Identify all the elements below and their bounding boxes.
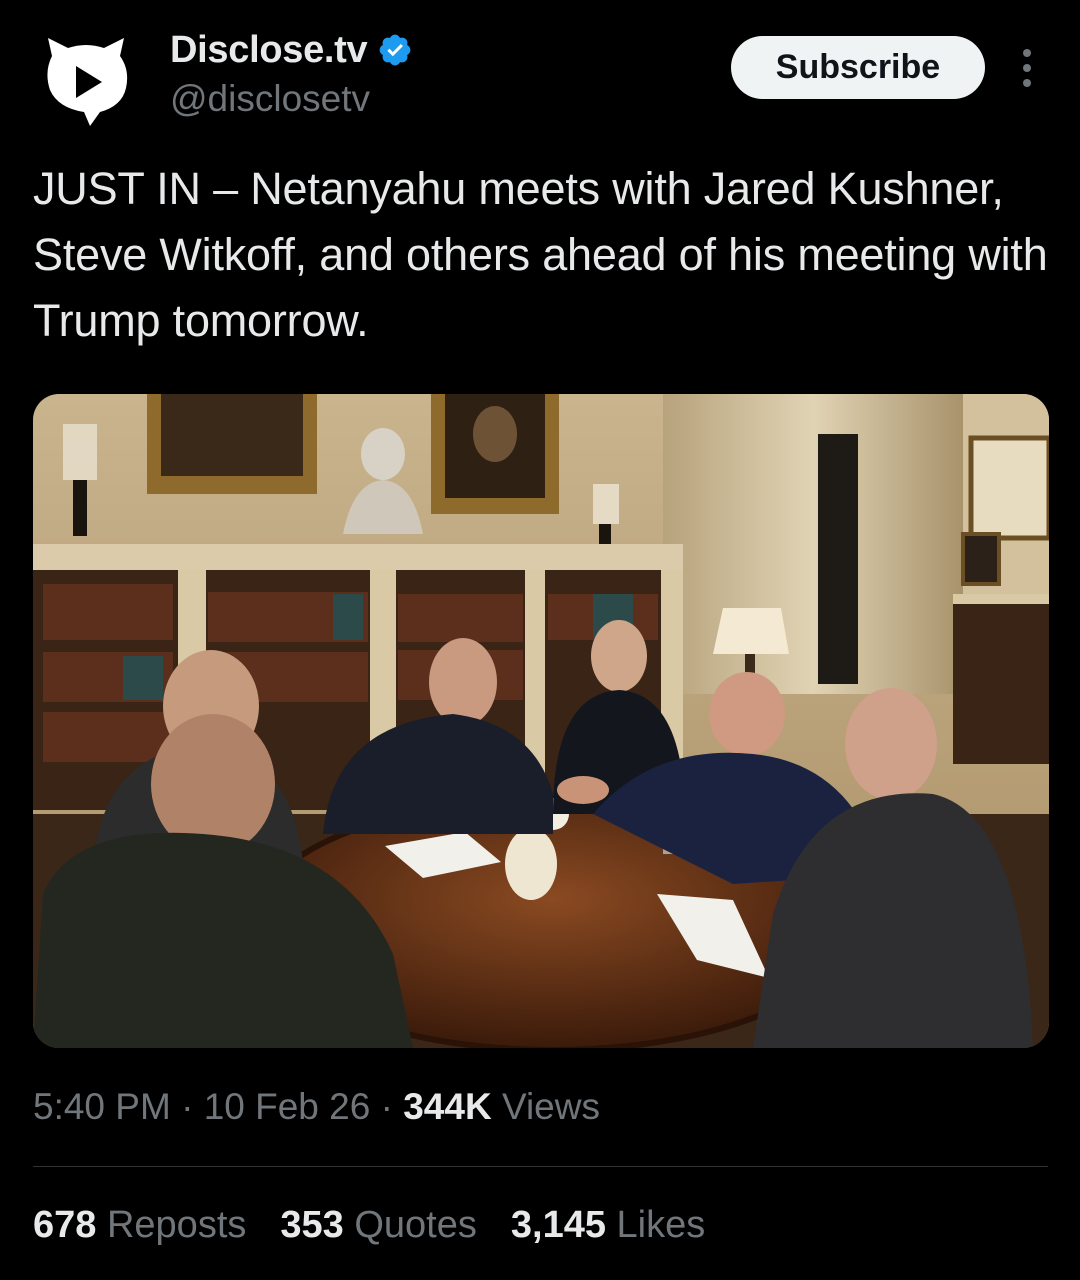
- tweet-meta: 5:40 PM · 10 Feb 26 · 344K Views: [33, 1086, 600, 1128]
- handle[interactable]: @disclosetv: [170, 78, 413, 120]
- reposts-label: Reposts: [106, 1204, 247, 1246]
- reposts-stat[interactable]: 678 Reposts: [33, 1204, 246, 1247]
- disclose-logo-icon: [47, 38, 128, 126]
- likes-stat[interactable]: 3,145 Likes: [511, 1204, 705, 1247]
- quotes-count: 353: [280, 1204, 344, 1246]
- tweet-photo[interactable]: [33, 394, 1049, 1048]
- author-block[interactable]: Disclose.tv @disclosetv: [170, 26, 413, 120]
- meta-separator: ·: [370, 1086, 404, 1127]
- avatar[interactable]: [38, 34, 134, 130]
- engagement-stats: 678 Reposts 353 Quotes 3,145 Likes: [33, 1204, 739, 1247]
- more-button[interactable]: [1012, 46, 1042, 90]
- name-row: Disclose.tv: [170, 26, 413, 74]
- divider: [33, 1166, 1048, 1167]
- likes-label: Likes: [616, 1204, 706, 1246]
- verified-badge-icon: [379, 34, 411, 66]
- subscribe-button[interactable]: Subscribe: [731, 36, 985, 99]
- reposts-count: 678: [33, 1204, 97, 1246]
- tweet-time[interactable]: 5:40 PM: [33, 1086, 171, 1127]
- meeting-photo-image: [33, 394, 1049, 1048]
- quotes-label: Quotes: [354, 1204, 477, 1246]
- more-vertical-icon: [1023, 49, 1031, 87]
- views-count: 344K: [403, 1086, 492, 1127]
- display-name[interactable]: Disclose.tv: [170, 29, 368, 72]
- tweet-text: JUST IN – Netanyahu meets with Jared Kus…: [33, 163, 1048, 346]
- quotes-stat[interactable]: 353 Quotes: [280, 1204, 477, 1247]
- meta-separator: ·: [170, 1086, 204, 1127]
- tweet-date[interactable]: 10 Feb 26: [204, 1086, 371, 1127]
- likes-count: 3,145: [510, 1204, 606, 1246]
- views-label: Views: [491, 1086, 600, 1127]
